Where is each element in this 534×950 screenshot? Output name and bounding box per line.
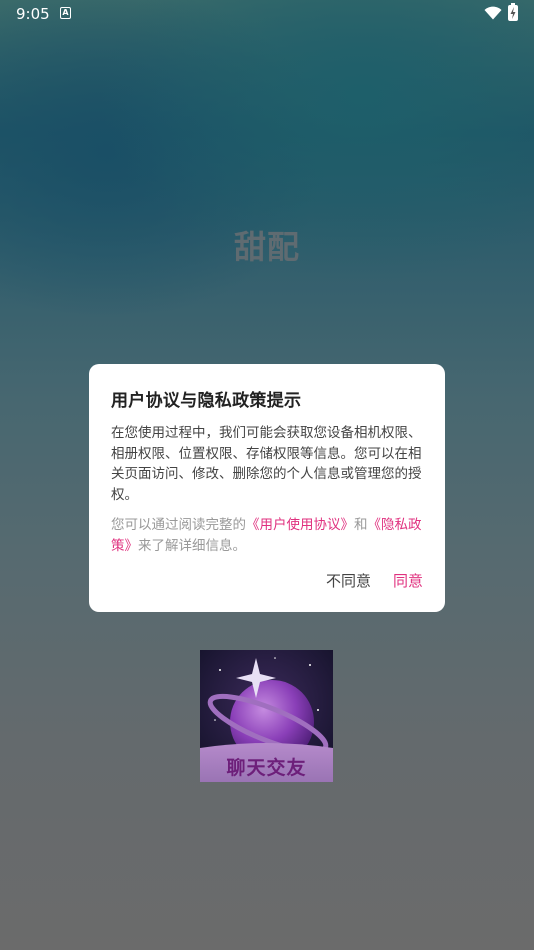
app-logo: 聊天交友 xyxy=(200,650,333,782)
privacy-dialog: 用户协议与隐私政策提示 在您使用过程中，我们可能会获取您设备相机权限、相册权限、… xyxy=(89,364,445,612)
wifi-icon xyxy=(484,6,502,24)
status-time: 9:05 xyxy=(16,5,50,23)
note-suffix: 来了解详细信息。 xyxy=(138,537,246,554)
logo-text: 聊天交友 xyxy=(226,757,307,779)
notification-icon: A xyxy=(60,7,71,19)
note-and: 和 xyxy=(354,517,368,533)
dialog-note: 您可以通过阅读完整的《用户使用协议》和《隐私政策》来了解详细信息。 xyxy=(111,515,423,556)
agree-button[interactable]: 同意 xyxy=(393,570,423,591)
note-prefix: 您可以通过阅读完整的 xyxy=(111,517,246,533)
battery-icon xyxy=(508,3,518,21)
disagree-button[interactable]: 不同意 xyxy=(326,570,371,591)
dialog-body: 在您使用过程中，我们可能会获取您设备相机权限、相册权限、位置权限、存储权限等信息… xyxy=(111,425,422,503)
status-bar: 9:05 A xyxy=(0,0,534,28)
app-title: 甜配 xyxy=(233,228,300,266)
user-agreement-link[interactable]: 《用户使用协议》 xyxy=(246,517,354,533)
dialog-title: 用户协议与隐私政策提示 xyxy=(111,391,302,411)
dialog-actions: 不同意 同意 xyxy=(326,570,423,591)
